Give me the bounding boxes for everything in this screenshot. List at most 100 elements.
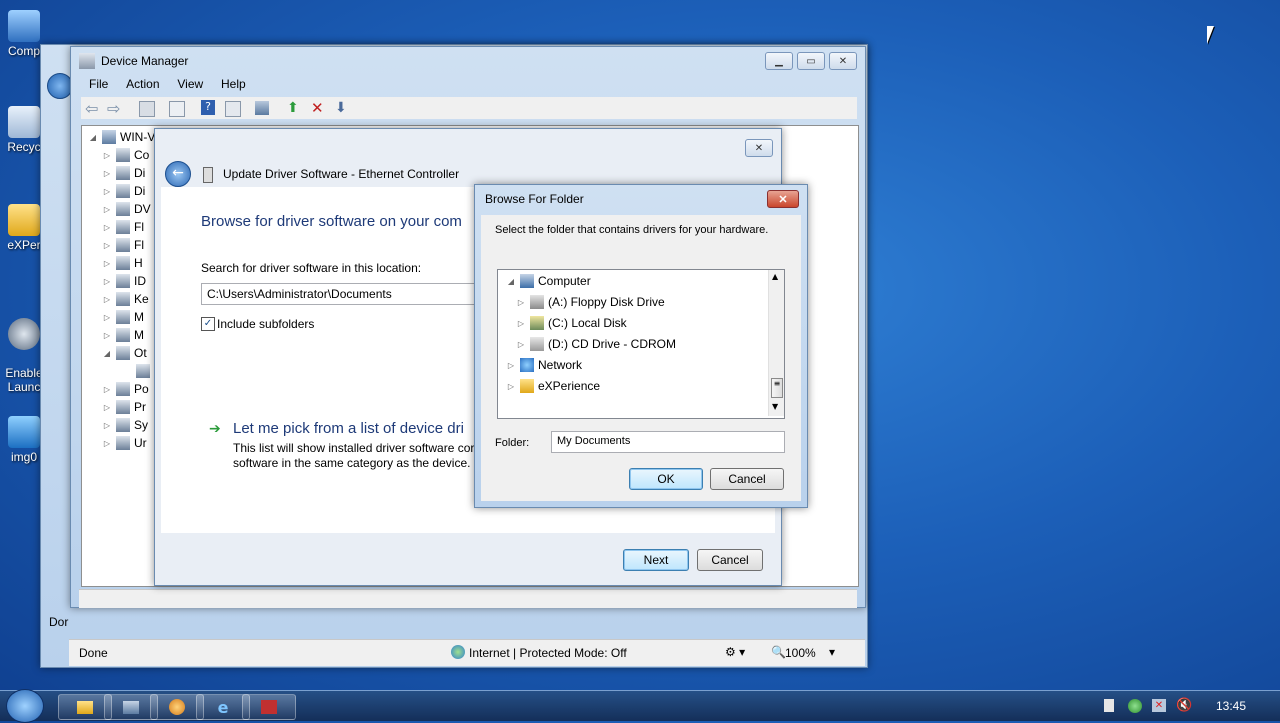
device-category[interactable]: ▷ ID (102, 272, 146, 290)
tree-root[interactable]: ◢ WIN-V (88, 128, 155, 146)
expand-triangle-icon[interactable]: ▷ (102, 169, 112, 178)
folder-tree-item[interactable]: ▷ Network (506, 356, 582, 374)
scroll-up-icon[interactable]: ▲ (772, 272, 778, 281)
list-icon[interactable] (169, 101, 185, 117)
wizard-cancel-button[interactable]: Cancel (697, 549, 763, 571)
expand-triangle-icon[interactable]: ▷ (102, 313, 112, 322)
menu-view[interactable]: View (177, 77, 203, 91)
folder-tree-item[interactable]: ◢ Computer (506, 272, 591, 290)
desktop-icon-label: img0 (10, 450, 37, 464)
expand-triangle-icon[interactable]: ▷ (102, 439, 112, 448)
expand-triangle-icon[interactable]: ▷ (102, 295, 112, 304)
properties-icon[interactable] (139, 101, 155, 117)
menu-action[interactable]: Action (126, 77, 159, 91)
expand-triangle-icon[interactable]: ▷ (102, 241, 112, 250)
expand-triangle-icon[interactable]: ▷ (516, 340, 526, 349)
pick-from-list-link[interactable]: Let me pick from a list of device dri (233, 420, 464, 437)
dialog-cancel-button[interactable]: Cancel (710, 468, 784, 490)
expand-triangle-icon[interactable]: ▷ (102, 331, 112, 340)
tray-security-icon[interactable] (1128, 699, 1142, 713)
minimize-button[interactable]: ▁ (765, 52, 793, 70)
device-category[interactable]: ▷ Ur (102, 434, 147, 452)
expand-triangle-icon[interactable]: ▷ (102, 421, 112, 430)
next-button[interactable]: Next (623, 549, 689, 571)
include-subfolders-checkbox[interactable]: ✓ (201, 317, 215, 331)
search-location-input[interactable]: C:\Users\Administrator\Documents (201, 283, 477, 305)
clock[interactable]: 13:45 (1216, 699, 1246, 713)
expand-triangle-icon[interactable]: ▷ (102, 151, 112, 160)
expand-triangle-icon[interactable]: ▷ (102, 277, 112, 286)
search-location-label: Search for driver software in this locat… (201, 261, 422, 275)
device-category[interactable]: ▷ Sy (102, 416, 148, 434)
folder-tree-item[interactable]: ▷ (D:) CD Drive - CDROM (516, 335, 676, 353)
device-category[interactable]: ▷ M (102, 308, 144, 326)
expand-triangle-icon[interactable]: ◢ (102, 349, 112, 358)
dialog-close-button[interactable]: ✕ (767, 190, 799, 208)
expand-triangle-icon[interactable]: ▷ (516, 319, 526, 328)
expand-triangle-icon[interactable]: ▷ (516, 298, 526, 307)
device-category[interactable]: ▷ Po (102, 380, 149, 398)
device-category[interactable]: ◢ Ot (102, 344, 147, 362)
zoom-level[interactable]: 100% (785, 646, 816, 660)
folder-icon (520, 379, 534, 393)
device-category[interactable]: ▷ Fl (102, 218, 144, 236)
device-icon (116, 238, 130, 252)
help-icon[interactable]: ? (201, 100, 215, 115)
expand-triangle-icon[interactable]: ▷ (102, 187, 112, 196)
device-icon (116, 292, 130, 306)
device-category[interactable] (102, 362, 154, 380)
device-icon (116, 202, 130, 216)
device-category[interactable]: ▷ Co (102, 146, 149, 164)
device-category[interactable]: ▷ Ke (102, 290, 149, 308)
device-category[interactable]: ▷ M (102, 326, 144, 344)
folder-name-input[interactable]: My Documents (551, 431, 785, 453)
chevron-down-icon[interactable]: ▾ (829, 645, 835, 659)
scan-hardware-icon[interactable] (255, 101, 269, 115)
expand-triangle-icon[interactable]: ▷ (102, 403, 112, 412)
update-driver-icon[interactable]: ⬆ (287, 100, 299, 116)
maximize-button[interactable]: ▭ (797, 52, 825, 70)
uninstall-icon[interactable]: ✕ (311, 99, 324, 117)
expand-triangle-icon[interactable]: ▷ (506, 382, 516, 391)
enable-device-icon[interactable]: ⬇ (335, 100, 347, 116)
collapse-triangle-icon[interactable]: ◢ (88, 133, 98, 142)
menu-file[interactable]: File (89, 77, 108, 91)
device-category[interactable]: ▷ DV (102, 200, 151, 218)
security-icon[interactable]: ⚙ ▾ (725, 645, 745, 659)
device-category[interactable]: ▷ Di (102, 182, 145, 200)
view-icon[interactable] (225, 101, 241, 117)
device-category[interactable]: ▷ Fl (102, 236, 144, 254)
wizard-close-button[interactable]: ✕ (745, 139, 773, 157)
taskbar-app[interactable] (242, 694, 296, 720)
pick-description-1: This list will show installed driver sof… (233, 441, 475, 455)
back-arrow-icon[interactable]: ⇦ (85, 99, 98, 118)
app-icon (261, 700, 277, 714)
scroll-thumb[interactable]: ≡ (771, 378, 783, 398)
folder-tree-item[interactable]: ▷ (A:) Floppy Disk Drive (516, 293, 665, 311)
start-button[interactable] (6, 689, 44, 723)
tray-document-icon[interactable] (1104, 699, 1114, 712)
folder-tree-item[interactable]: ▷ (C:) Local Disk (516, 314, 627, 332)
tree-scrollbar[interactable]: ▲ ≡ ▼ (768, 270, 784, 416)
expand-triangle-icon[interactable]: ▷ (506, 361, 516, 370)
expand-triangle-icon[interactable]: ▷ (102, 259, 112, 268)
scroll-down-icon[interactable]: ▼ (772, 402, 778, 411)
folder-icon (8, 204, 40, 236)
expand-triangle-icon[interactable]: ▷ (102, 385, 112, 394)
tray-network-icon[interactable]: ✕ (1152, 699, 1166, 712)
expand-triangle-icon[interactable]: ◢ (506, 277, 516, 286)
device-category-label: Di (134, 184, 146, 198)
tray-volume-icon[interactable]: 🔇 (1176, 698, 1192, 713)
folder-tree-item[interactable]: ▷ eXPerience (506, 377, 600, 395)
device-category[interactable]: ▷ H (102, 254, 143, 272)
wizard-back-button[interactable]: ← (165, 161, 191, 187)
include-subfolders-label: Include subfolders (217, 317, 315, 331)
expand-triangle-icon[interactable]: ▷ (102, 205, 112, 214)
menu-help[interactable]: Help (221, 77, 246, 91)
device-category[interactable]: ▷ Pr (102, 398, 146, 416)
close-button[interactable]: ✕ (829, 52, 857, 70)
expand-triangle-icon[interactable]: ▷ (102, 223, 112, 232)
ok-button[interactable]: OK (629, 468, 703, 490)
device-category[interactable]: ▷ Di (102, 164, 145, 182)
forward-arrow-icon[interactable]: ⇨ (107, 99, 120, 118)
